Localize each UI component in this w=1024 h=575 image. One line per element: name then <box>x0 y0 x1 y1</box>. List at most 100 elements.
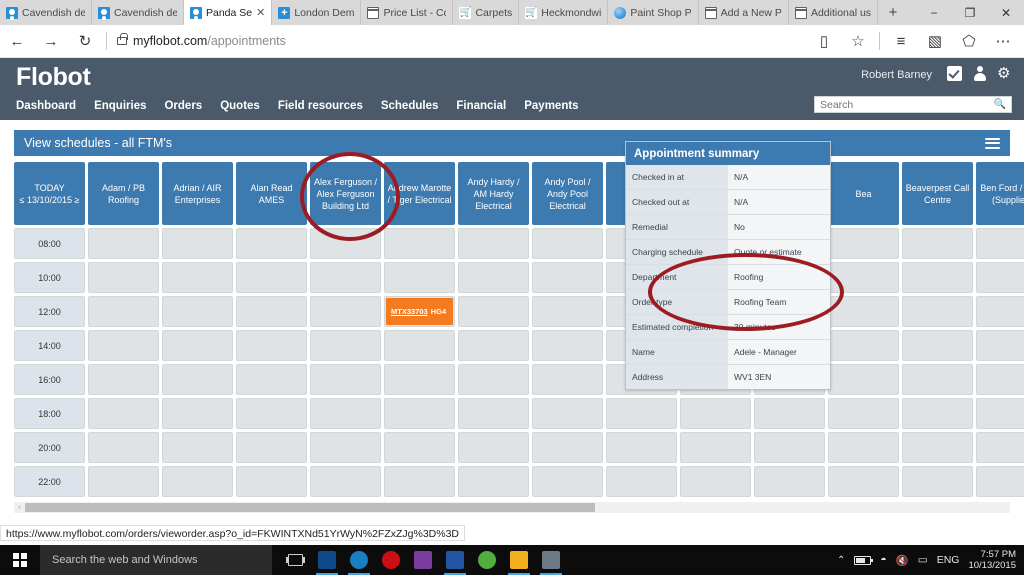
schedule-slot[interactable] <box>532 466 603 497</box>
taskbar-app-file-explorer[interactable] <box>504 545 534 575</box>
schedule-slot[interactable] <box>976 262 1024 293</box>
schedule-slot[interactable] <box>310 330 381 361</box>
schedule-slot[interactable]: MTX33703 HG4 <box>384 296 455 327</box>
schedule-slot[interactable] <box>532 432 603 463</box>
schedule-slot[interactable] <box>236 228 307 259</box>
schedule-slot[interactable] <box>902 228 973 259</box>
schedule-slot[interactable] <box>458 262 529 293</box>
schedule-slot[interactable] <box>828 262 899 293</box>
schedule-slot[interactable] <box>458 296 529 327</box>
schedule-slot[interactable] <box>754 432 825 463</box>
scrollbar-thumb[interactable] <box>25 503 595 512</box>
schedule-slot[interactable] <box>532 364 603 395</box>
browser-tab[interactable]: Cavendish de <box>92 0 184 25</box>
search-input[interactable] <box>820 98 994 111</box>
schedule-slot[interactable] <box>532 228 603 259</box>
hub-icon[interactable]: ≡ <box>884 25 918 58</box>
schedule-slot[interactable] <box>310 398 381 429</box>
schedule-slot[interactable] <box>384 364 455 395</box>
nav-quotes[interactable]: Quotes <box>220 100 260 112</box>
schedule-slot[interactable] <box>384 466 455 497</box>
task-view-button[interactable] <box>280 545 310 575</box>
schedule-slot[interactable] <box>310 228 381 259</box>
schedule-slot[interactable] <box>384 228 455 259</box>
schedule-slot[interactable] <box>828 330 899 361</box>
column-header-resource[interactable]: Bea <box>828 162 899 225</box>
column-header-resource[interactable]: Andy Hardy / AM Hardy Electrical <box>458 162 529 225</box>
schedule-slot[interactable] <box>902 398 973 429</box>
column-header-resource[interactable]: Adrian / AIR Enterprises <box>162 162 233 225</box>
column-header-resource[interactable]: Ben Ford / CEF (Supplier) <box>976 162 1024 225</box>
browser-tab[interactable]: Paint Shop P <box>608 0 699 25</box>
schedule-slot[interactable] <box>828 466 899 497</box>
browser-tab[interactable]: London Dem <box>272 0 362 25</box>
schedule-slot[interactable] <box>828 364 899 395</box>
schedule-slot[interactable] <box>458 398 529 429</box>
schedule-slot[interactable] <box>532 262 603 293</box>
tray-chevron-icon[interactable]: ⌃ <box>837 555 845 566</box>
schedule-slot[interactable] <box>532 296 603 327</box>
nav-orders[interactable]: Orders <box>164 100 202 112</box>
schedule-slot[interactable] <box>828 398 899 429</box>
schedule-slot[interactable] <box>236 398 307 429</box>
schedule-slot[interactable] <box>902 330 973 361</box>
schedule-slot[interactable] <box>236 296 307 327</box>
volume-mute-icon[interactable]: 🔇 <box>896 554 909 567</box>
new-tab-button[interactable]: + <box>878 0 909 25</box>
schedule-slot[interactable] <box>310 466 381 497</box>
schedule-slot[interactable] <box>902 364 973 395</box>
schedule-slot[interactable] <box>88 262 159 293</box>
close-window-button[interactable]: ✕ <box>988 0 1024 25</box>
app-logo[interactable]: Flobot <box>16 63 91 92</box>
schedule-slot[interactable] <box>88 228 159 259</box>
schedule-slot[interactable] <box>458 466 529 497</box>
column-header-resource[interactable]: Adam / PB Roofing <box>88 162 159 225</box>
schedule-slot[interactable] <box>754 466 825 497</box>
schedule-slot[interactable] <box>976 330 1024 361</box>
schedule-slot[interactable] <box>384 262 455 293</box>
nav-field-resources[interactable]: Field resources <box>278 100 363 112</box>
taskbar-app-edge[interactable] <box>344 545 374 575</box>
taskbar-search-input[interactable]: Search the web and Windows <box>40 545 272 575</box>
schedule-slot[interactable] <box>976 228 1024 259</box>
schedule-slot[interactable] <box>606 432 677 463</box>
schedule-slot[interactable] <box>162 364 233 395</box>
browser-tab[interactable]: Heckmondwi <box>519 0 609 25</box>
schedule-slot[interactable] <box>162 466 233 497</box>
schedule-slot[interactable] <box>88 398 159 429</box>
address-bar[interactable]: myflobot.com/appointments <box>111 33 807 48</box>
schedule-slot[interactable] <box>458 432 529 463</box>
search-box[interactable]: 🔍 <box>814 96 1012 113</box>
back-icon[interactable]: ← <box>0 25 34 58</box>
schedule-slot[interactable] <box>680 398 751 429</box>
minimize-button[interactable]: − <box>916 0 952 25</box>
taskbar-app-outlook[interactable] <box>312 545 342 575</box>
check-icon[interactable] <box>947 66 962 81</box>
reading-view-icon[interactable]: ▯ <box>807 25 841 58</box>
schedule-slot[interactable] <box>828 228 899 259</box>
schedule-slot[interactable] <box>310 296 381 327</box>
nav-payments[interactable]: Payments <box>524 100 578 112</box>
schedule-slot[interactable] <box>902 262 973 293</box>
hamburger-icon[interactable] <box>985 135 1000 151</box>
schedule-slot[interactable] <box>902 432 973 463</box>
battery-icon[interactable] <box>854 555 874 565</box>
wifi-icon[interactable]: ◓ <box>880 554 886 566</box>
horizontal-scrollbar[interactable]: ‹ <box>14 502 1010 513</box>
schedule-slot[interactable] <box>828 432 899 463</box>
schedule-slot[interactable] <box>532 330 603 361</box>
schedule-slot[interactable] <box>384 432 455 463</box>
forward-icon[interactable]: → <box>34 25 68 58</box>
column-header-resource[interactable]: Andy Pool / Andy Pool Electrical <box>532 162 603 225</box>
schedule-slot[interactable] <box>162 330 233 361</box>
taskbar-app-utorrent[interactable] <box>472 545 502 575</box>
action-center-icon[interactable]: ▭ <box>918 554 928 566</box>
schedule-slot[interactable] <box>606 398 677 429</box>
browser-tab[interactable]: Additional us <box>788 0 879 25</box>
nav-dashboard[interactable]: Dashboard <box>16 100 76 112</box>
schedule-slot[interactable] <box>384 330 455 361</box>
taskbar-app-globe[interactable] <box>536 545 566 575</box>
schedule-slot[interactable] <box>976 466 1024 497</box>
schedule-slot[interactable] <box>532 398 603 429</box>
nav-enquiries[interactable]: Enquiries <box>94 100 146 112</box>
